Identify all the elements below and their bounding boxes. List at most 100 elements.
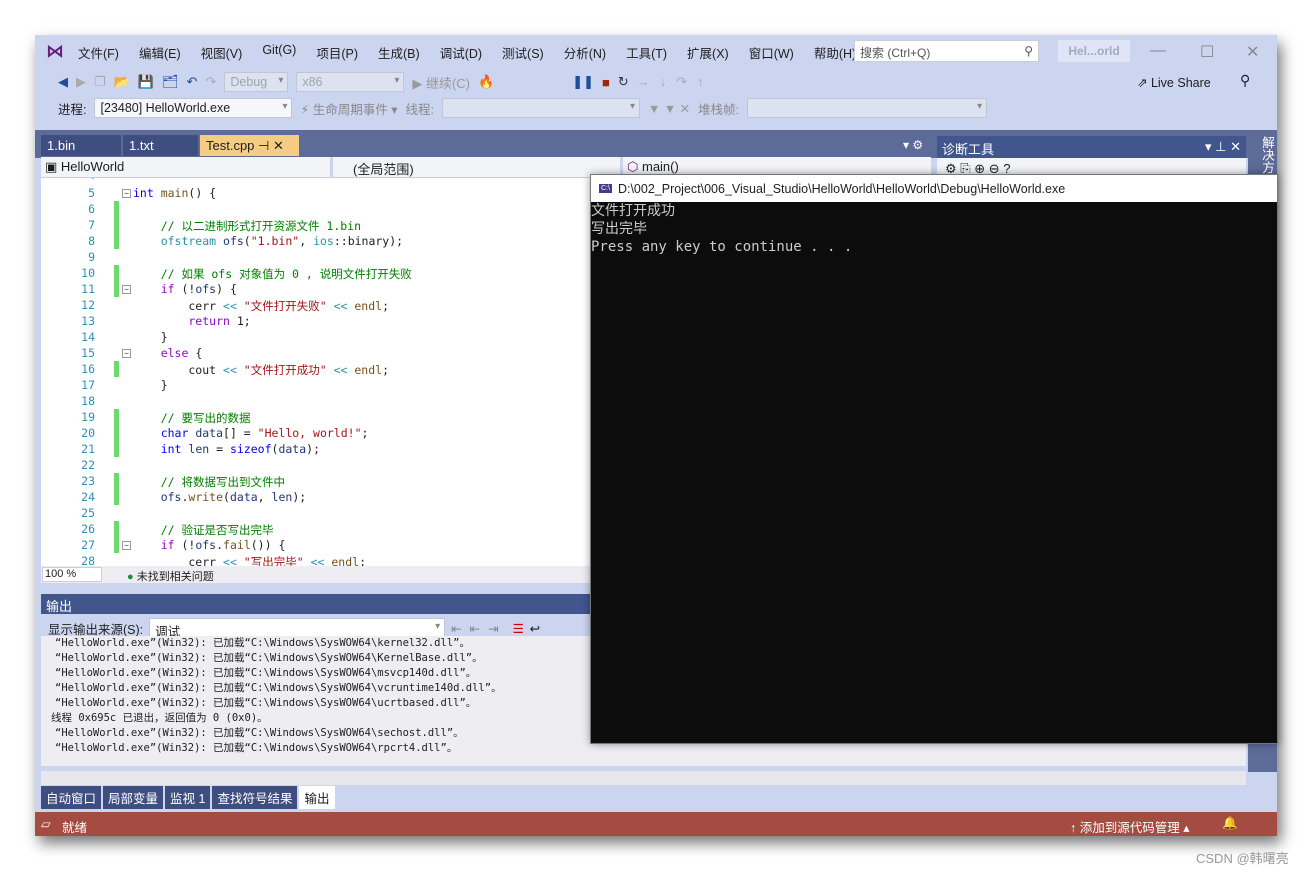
bottom-tab[interactable]: 输出 (299, 786, 335, 809)
redo-icon[interactable]: ↷ (205, 74, 216, 90)
back-icon[interactable]: ◀ (58, 74, 68, 90)
menu-item[interactable]: 项目(P) (306, 43, 368, 62)
menu-item[interactable]: 工具(T) (616, 43, 677, 62)
stack-frame-dropdown[interactable] (747, 98, 988, 118)
pause-icon[interactable]: ❚❚ (572, 74, 594, 90)
maximize-button[interactable]: ☐ (1200, 42, 1214, 62)
line-number: 5 (88, 186, 95, 200)
stop-icon[interactable]: ■ (602, 75, 610, 90)
code-token: sizeof (229, 442, 272, 456)
notifications-icon[interactable]: 🔔 (1222, 816, 1238, 831)
code-token: . (216, 538, 224, 552)
menu-item[interactable]: 编辑(E) (129, 43, 191, 62)
menu-item[interactable]: 窗口(W) (739, 43, 804, 62)
code-token: << (223, 555, 237, 566)
restart-icon[interactable]: ↻ (618, 74, 629, 90)
scope-dropdown[interactable]: (全局范围) (333, 157, 623, 177)
live-share-button[interactable]: ⇗ Live Share (1137, 75, 1211, 90)
tab-1-txt[interactable]: 1.txt (123, 135, 198, 156)
new-item-icon[interactable]: ❐ (94, 74, 106, 90)
search-placeholder: 搜索 (Ctrl+Q) (860, 46, 931, 60)
add-to-source-control-button[interactable]: ↑ 添加到源代码管理 ▴ (1070, 817, 1190, 836)
bottom-tab[interactable]: 局部变量 (103, 786, 164, 809)
continue-button[interactable]: ▶ 继续(C) (412, 73, 470, 92)
stack-frame-label: 堆栈帧: (698, 102, 740, 117)
tab-options-icon[interactable]: ▾ ⚙ (903, 138, 923, 152)
process-dropdown[interactable]: [23480] HelloWorld.exe (94, 98, 293, 118)
line-number: 13 (81, 314, 95, 328)
menu-item[interactable]: 文件(F) (68, 43, 129, 62)
forward-icon[interactable]: ▶ (76, 74, 86, 90)
code-line: return 1; (133, 314, 250, 328)
tab-1-bin[interactable]: 1.bin (41, 135, 121, 156)
fold-toggle[interactable]: − (122, 285, 131, 294)
console-title: D:\002_Project\006_Visual_Studio\HelloWo… (617, 181, 1066, 196)
save-icon[interactable]: 💾 (138, 74, 154, 90)
lifecycle-events-button[interactable]: ⚡ 生命周期事件 ▾ (300, 99, 397, 118)
code-token: ofs (216, 234, 244, 248)
fold-toggle[interactable]: − (122, 541, 131, 550)
watermark: CSDN @韩曙亮 (1196, 851, 1289, 866)
word-wrap-icon[interactable]: ↩ (530, 621, 540, 636)
bottom-tab[interactable]: 查找符号结果 (212, 786, 298, 809)
diag-title-label: 诊断工具 (942, 142, 995, 157)
code-line: // 要写出的数据 (133, 410, 251, 426)
menu-item[interactable]: 分析(N) (554, 43, 616, 62)
issues-status[interactable]: ● 未找到相关问题 (127, 568, 214, 584)
pin-icon[interactable]: ⊣ (258, 138, 269, 153)
open-icon[interactable]: 📂 (114, 74, 130, 90)
clear-all-icon[interactable]: ☰ (513, 621, 524, 636)
code-editor[interactable]: 45−int main() {67 // 以二进制形式打开资源文件 1.bin8… (41, 178, 590, 566)
change-marker (114, 361, 119, 377)
output-horizontal-scrollbar[interactable] (41, 771, 1246, 785)
step-icons[interactable]: →↓↷↑ (637, 74, 714, 90)
save-all-icon[interactable]: 🗂 (162, 74, 179, 90)
code-token: else (133, 346, 189, 360)
minimize-button[interactable]: — (1150, 42, 1166, 60)
diag-window-controls[interactable]: ▾ ⊥ ✕ (1205, 139, 1241, 155)
close-tab-icon[interactable]: ✕ (273, 138, 284, 153)
change-marker (114, 201, 119, 217)
code-token: endl (347, 363, 383, 377)
output-source-dropdown[interactable]: 调试 (149, 618, 446, 639)
menu-item[interactable]: 生成(B) (368, 43, 430, 62)
output-action-icons[interactable]: ⇤⇤⇥ (451, 621, 506, 636)
filter-icons[interactable]: ▼ ▼ ✕ (648, 101, 690, 116)
code-token: "1.bin" (250, 234, 300, 248)
change-marker (114, 233, 119, 249)
menu-item[interactable]: Git(G) (252, 43, 306, 62)
console-output[interactable]: 文件打开成功 写出完毕 Press any key to continue . . … (591, 202, 852, 256)
close-button[interactable]: ✕ (1246, 42, 1259, 62)
feedback-icon[interactable]: ⚲ (1240, 72, 1250, 89)
project-dropdown[interactable]: ▣ HelloWorld (41, 157, 333, 177)
menu-item[interactable]: 调试(D) (430, 43, 492, 62)
search-input[interactable]: 搜索 (Ctrl+Q) ⚲ (854, 40, 1039, 62)
status-icon: ▱ (41, 817, 51, 831)
fold-toggle[interactable]: − (122, 189, 131, 198)
platform-dropdown[interactable]: x86 (296, 72, 405, 92)
code-token: (! (174, 282, 196, 296)
code-token: "文件打开失败" (236, 299, 327, 313)
hot-reload-icon[interactable]: 🔥 (478, 74, 494, 90)
code-token: ios (313, 234, 334, 248)
change-marker (114, 473, 119, 489)
undo-icon[interactable]: ↶ (187, 74, 198, 90)
thread-dropdown[interactable] (441, 98, 640, 118)
bottom-tab[interactable]: 自动窗口 (41, 786, 102, 809)
tab-test-cpp[interactable]: Test.cpp ⊣ ✕ (200, 135, 299, 156)
menu-item[interactable]: 测试(S) (492, 43, 554, 62)
menu-item[interactable]: 视图(V) (191, 43, 253, 62)
line-number: 24 (81, 490, 95, 504)
code-token: // 将数据写出到文件中 (133, 475, 285, 489)
fold-toggle[interactable]: − (122, 349, 131, 358)
bottom-tab[interactable]: 监视 1 (165, 786, 211, 809)
code-token: << (223, 363, 237, 377)
zoom-dropdown[interactable]: 100 % (42, 567, 102, 582)
menu-bar: 文件(F) 编辑(E) 视图(V) Git(G) 项目(P) 生成(B) 调试(D) 测试(S… (68, 43, 866, 62)
menu-item[interactable]: 扩展(X) (677, 43, 739, 62)
member-label: main() (641, 159, 679, 174)
code-token: ()) { (250, 538, 286, 552)
config-dropdown[interactable]: Debug (224, 72, 289, 92)
code-token: "Hello, world!" (257, 426, 362, 440)
code-line: // 以二进制形式打开资源文件 1.bin (133, 218, 361, 234)
